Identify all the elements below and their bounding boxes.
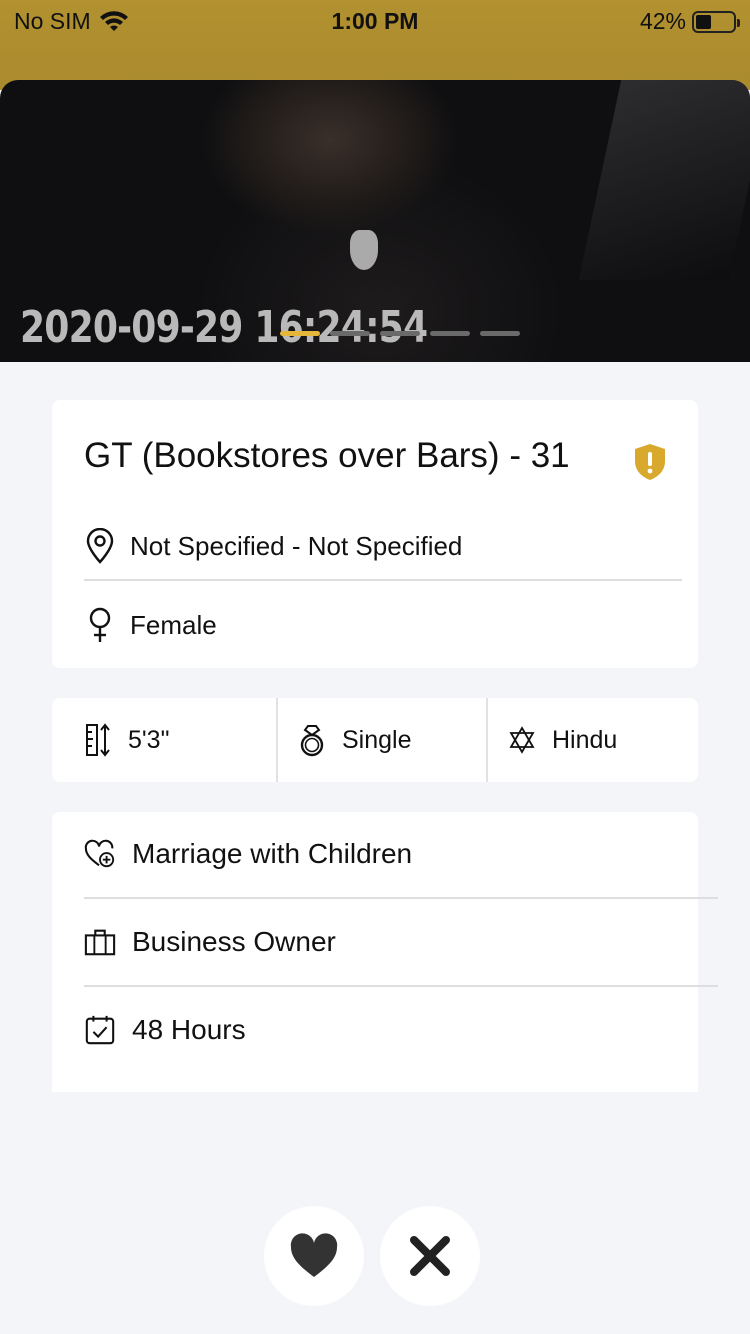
photo-timestamp: 2020-09-29 16:24:54 bbox=[20, 302, 428, 353]
page-dot[interactable] bbox=[430, 331, 470, 336]
page-dot[interactable] bbox=[280, 331, 320, 336]
intent-text: Marriage with Children bbox=[132, 838, 413, 869]
status-bar: No SIM 1:00 PM 42% bbox=[0, 0, 750, 90]
occupation-row: Business Owner bbox=[84, 924, 336, 960]
battery-icon bbox=[692, 10, 740, 33]
status-right: 42% bbox=[639, 8, 740, 35]
divider bbox=[84, 985, 718, 987]
height-value: 5'3" bbox=[128, 725, 170, 754]
profile-photo[interactable]: 2020-09-29 16:24:54 bbox=[0, 80, 750, 362]
photo-detail bbox=[350, 230, 378, 270]
gender-row: Female bbox=[84, 605, 682, 645]
relationship-cell: Single bbox=[278, 698, 488, 782]
response-time-text: 48 Hours bbox=[132, 1014, 246, 1045]
religion-cell: Hindu bbox=[488, 698, 698, 782]
location-row: Not Specified - Not Specified bbox=[84, 526, 682, 566]
divider bbox=[84, 897, 718, 899]
profile-header-card: GT (Bookstores over Bars) - 31 Not Speci… bbox=[52, 400, 698, 668]
battery-fill bbox=[696, 14, 711, 29]
occupation-text: Business Owner bbox=[132, 926, 336, 957]
calendar-check-icon bbox=[84, 1012, 116, 1048]
status-time: 1:00 PM bbox=[331, 8, 419, 34]
height-cell: 5'3" bbox=[52, 698, 278, 782]
female-symbol-icon bbox=[84, 607, 116, 643]
divider bbox=[84, 579, 682, 581]
dislike-button[interactable] bbox=[380, 1206, 480, 1306]
gender-text: Female bbox=[130, 609, 217, 640]
battery-percent: 42% bbox=[639, 8, 686, 34]
star-of-david-icon bbox=[506, 722, 538, 758]
like-button[interactable] bbox=[264, 1206, 364, 1306]
photo-background-shape bbox=[578, 80, 750, 280]
heart-icon bbox=[290, 1233, 338, 1277]
shield-alert-icon[interactable] bbox=[632, 442, 668, 482]
heart-plus-icon bbox=[84, 836, 116, 872]
intent-row: Marriage with Children bbox=[84, 836, 412, 872]
ring-icon bbox=[296, 722, 328, 758]
close-icon bbox=[410, 1236, 450, 1276]
profile-title: GT (Bookstores over Bars) - 31 bbox=[84, 436, 570, 475]
page-dot[interactable] bbox=[480, 331, 520, 336]
stats-card: 5'3" Single Hindu bbox=[52, 698, 698, 782]
religion-value: Hindu bbox=[552, 725, 618, 754]
page-dot[interactable] bbox=[380, 331, 420, 336]
height-ruler-icon bbox=[82, 722, 114, 758]
relationship-value: Single bbox=[342, 725, 412, 754]
page-dot[interactable] bbox=[330, 331, 370, 336]
photo-page-indicator[interactable] bbox=[280, 331, 520, 336]
briefcase-icon bbox=[84, 924, 116, 960]
location-text: Not Specified - Not Specified bbox=[130, 530, 463, 561]
response-time-row: 48 Hours bbox=[84, 1012, 246, 1048]
details-card: Marriage with Children Business Owner 48… bbox=[52, 812, 718, 1092]
location-pin-icon bbox=[84, 528, 116, 564]
